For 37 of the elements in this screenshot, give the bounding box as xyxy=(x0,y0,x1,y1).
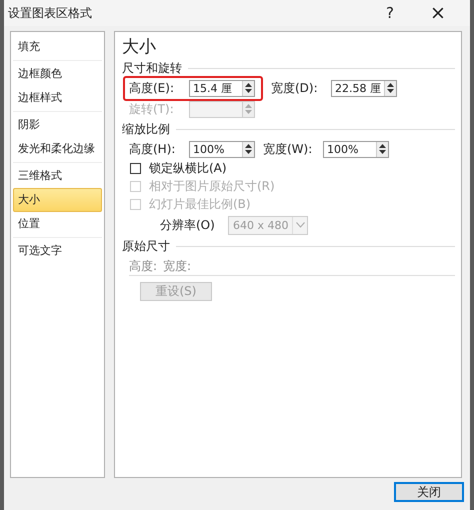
spin-arrows-icon[interactable] xyxy=(242,142,254,156)
field-label: 宽度(D): xyxy=(271,80,319,96)
spin-arrows-icon[interactable] xyxy=(384,80,396,96)
sidebar-item[interactable]: 可选文字 xyxy=(13,239,102,263)
field-label: 高度(H): xyxy=(129,140,176,158)
section-title: 缩放比例 xyxy=(122,121,170,138)
sidebar-item[interactable]: 位置 xyxy=(13,212,102,236)
dimension-label: 宽度: xyxy=(163,258,192,274)
close-dialog-button[interactable]: 关闭 xyxy=(394,482,464,502)
sidebar-item[interactable]: 填充 xyxy=(13,35,102,59)
spin-arrows-icon[interactable] xyxy=(242,80,254,96)
spin-field[interactable]: 100% xyxy=(189,140,255,158)
dimension-label: 高度: xyxy=(129,258,158,274)
section-title: 原始尺寸 xyxy=(122,238,170,255)
window-title: 设置图表区格式 xyxy=(8,4,92,22)
section-title: 尺寸和旋转 xyxy=(122,60,182,77)
sidebar-item[interactable]: 发光和柔化边缘 xyxy=(13,137,102,161)
close-button[interactable]: × xyxy=(414,1,462,25)
spin-field[interactable]: 100% xyxy=(323,140,389,158)
field-label: 分辨率(O) xyxy=(160,216,216,234)
spin-arrows-icon[interactable] xyxy=(376,142,388,156)
checkbox[interactable] xyxy=(130,162,141,174)
sidebar-item[interactable]: 边框样式 xyxy=(13,86,102,110)
field-label: 宽度(W): xyxy=(263,140,314,158)
spin-field[interactable]: 22.58 厘 xyxy=(331,80,397,96)
checkbox-label: 幻灯片最佳比例(B) xyxy=(149,196,251,212)
field-label: 旋转(T): xyxy=(129,100,175,118)
field-label: 高度(E): xyxy=(129,80,175,96)
sidebar-item[interactable]: 三维格式 xyxy=(13,164,102,188)
spin-field[interactable]: 15.4 厘 xyxy=(189,80,255,96)
checkbox-label: 锁定纵横比(A) xyxy=(149,160,227,176)
sidebar-item[interactable]: 边框颜色 xyxy=(13,62,102,86)
sidebar-item[interactable]: 大小 xyxy=(13,188,102,212)
checkbox-label: 相对于图片原始尺寸(R) xyxy=(149,178,275,194)
sidebar-item[interactable]: 阴影 xyxy=(13,113,102,137)
help-button[interactable]: ? xyxy=(366,1,414,25)
panel-title: 大小 xyxy=(122,36,156,58)
